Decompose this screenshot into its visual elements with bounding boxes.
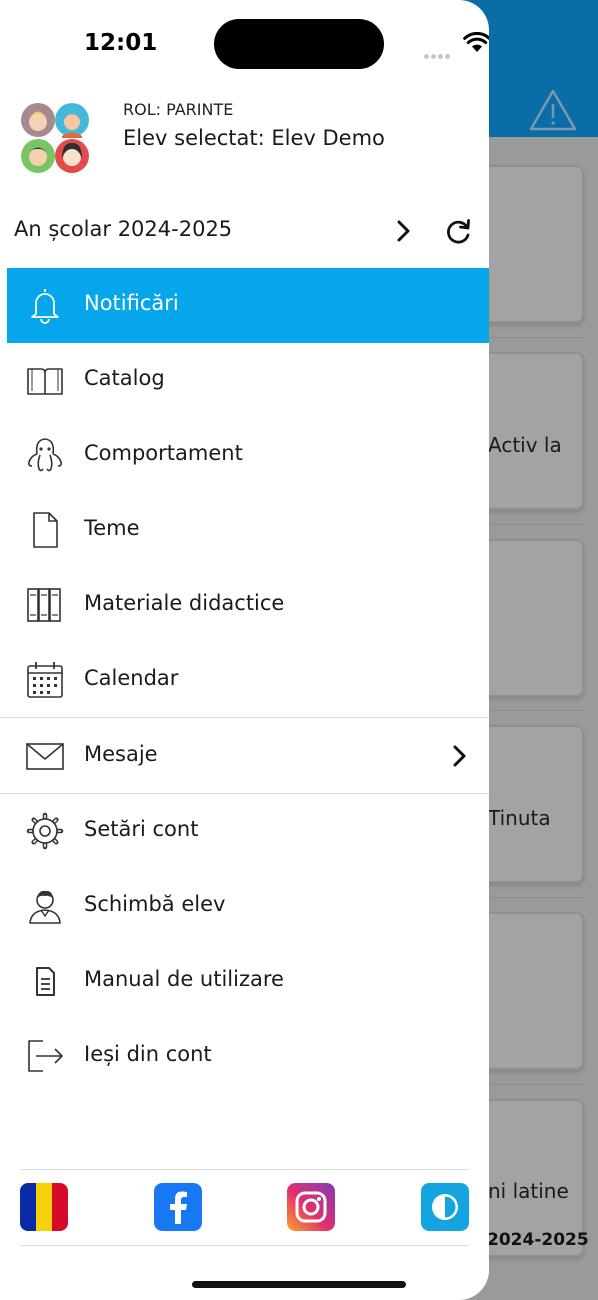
envelope-icon (26, 743, 64, 770)
menu-item-setari-cont[interactable]: Setări cont (7, 794, 489, 869)
user-switch-icon (29, 890, 61, 924)
wifi-icon (463, 32, 489, 52)
avatar (21, 103, 89, 173)
menu-item-mesaje[interactable]: Mesaje (7, 719, 489, 794)
menu-item-schimba-elev[interactable]: Schimbă elev (7, 869, 489, 944)
divider (0, 717, 489, 718)
refresh-icon[interactable] (443, 217, 473, 247)
menu-label: Materiale didactice (84, 591, 285, 615)
menu-label: Mesaje (84, 742, 158, 766)
background-card-text: Activ la (488, 433, 562, 457)
navigation-drawer: 12:01 ROL: PARINTE Elev selectat: Elev D… (0, 0, 489, 1300)
menu-label: Manual de utilizare (84, 967, 284, 991)
status-time: 12:01 (84, 30, 158, 56)
chevron-right-icon[interactable] (392, 218, 416, 244)
menu-item-comportament[interactable]: Comportament (7, 418, 489, 493)
menu-label: Schimbă elev (84, 892, 226, 916)
manual-icon (36, 967, 55, 996)
octopus-icon (28, 438, 62, 472)
menu-label: Calendar (84, 666, 179, 690)
background-card-text: Tinuta (488, 806, 551, 830)
menu-label: Ieși din cont (84, 1042, 212, 1066)
dynamic-island (214, 19, 384, 69)
menu-item-notificari[interactable]: Notificări (7, 268, 489, 343)
background-card-text: ni latine (488, 1179, 569, 1203)
footer-divider (20, 1245, 469, 1246)
menu-item-materiale-didactice[interactable]: Materiale didactice (7, 568, 489, 643)
menu-item-calendar[interactable]: Calendar (7, 643, 489, 718)
bell-icon (31, 289, 59, 324)
selected-student-label: Elev selectat: Elev Demo (123, 126, 385, 150)
menu-label: Teme (84, 516, 140, 540)
footer-divider (20, 1169, 469, 1170)
document-icon (33, 512, 58, 548)
menu-item-teme[interactable]: Teme (7, 493, 489, 568)
gear-icon (26, 812, 64, 850)
menu-item-iesi-din-cont[interactable]: Ieși din cont (7, 1019, 489, 1094)
school-year-label: An școlar 2024-2025 (14, 217, 233, 241)
chevron-right-icon (453, 745, 466, 767)
background-year: 2024-2025 (487, 1230, 589, 1250)
romania-flag-icon[interactable] (20, 1183, 68, 1231)
menu-item-manual-utilizare[interactable]: Manual de utilizare (7, 944, 489, 1019)
instagram-icon[interactable] (287, 1183, 335, 1231)
warning-icon (529, 89, 577, 131)
menu-label: Notificări (84, 291, 179, 315)
menu-item-catalog[interactable]: Catalog (7, 343, 489, 418)
role-label: ROL: PARINTE (123, 100, 234, 119)
book-icon (27, 368, 63, 395)
home-indicator[interactable] (192, 1281, 406, 1288)
signal-icon (424, 44, 456, 59)
menu-label: Catalog (84, 366, 165, 390)
menu-label: Setări cont (84, 817, 199, 841)
facebook-icon[interactable] (154, 1183, 202, 1231)
logout-icon (28, 1040, 63, 1072)
contrast-icon[interactable] (421, 1183, 469, 1231)
menu-label: Comportament (84, 441, 243, 465)
calendar-icon (27, 662, 63, 698)
school-year-selector[interactable]: An școlar 2024-2025 (0, 205, 489, 257)
books-icon (27, 588, 61, 622)
